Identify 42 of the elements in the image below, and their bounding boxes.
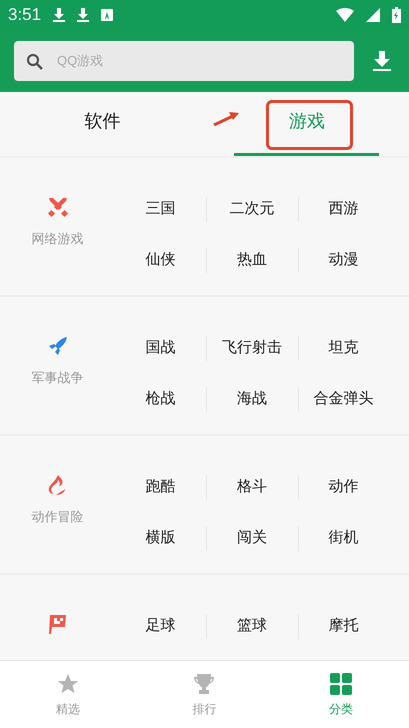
notification-icon: [101, 9, 114, 21]
search-bar[interactable]: QQ游戏: [14, 41, 354, 81]
nav-item[interactable]: 分类: [272, 661, 409, 728]
tag-link[interactable]: 跑酷: [146, 476, 176, 499]
tag-link[interactable]: 动作: [328, 476, 358, 499]
tag-link[interactable]: 海战: [236, 388, 267, 411]
tag-link[interactable]: 国战: [146, 337, 176, 360]
search-field[interactable]: QQ游戏: [57, 51, 342, 71]
tag-link[interactable]: 二次元: [229, 198, 274, 221]
tab[interactable]: 软件: [30, 92, 175, 156]
download-icon: [77, 8, 90, 22]
tag-link[interactable]: 西游: [328, 198, 358, 221]
download-button[interactable]: [373, 51, 391, 71]
battery-icon: [392, 7, 401, 23]
annotation-arrow: [213, 112, 239, 126]
tag-link[interactable]: 足球: [146, 615, 176, 638]
category-label: 网络游戏: [32, 230, 84, 248]
tag-link[interactable]: 合金弹头: [313, 388, 374, 411]
tag-link[interactable]: 动漫: [328, 249, 358, 272]
tag-link[interactable]: 飞行射击: [222, 337, 282, 360]
tag-link[interactable]: 篮球: [236, 615, 267, 638]
tag-link[interactable]: 热血: [236, 249, 267, 272]
star-icon: [56, 672, 80, 696]
trophy-icon: [192, 672, 216, 696]
tag-link[interactable]: 街机: [328, 527, 358, 550]
tag-link[interactable]: 横版: [146, 527, 176, 550]
tag-link[interactable]: 枪战: [146, 388, 176, 411]
download-icon: [53, 8, 66, 22]
category-label: 军事战争: [32, 369, 84, 387]
signal-icon: [366, 8, 380, 22]
search-icon: [26, 52, 43, 70]
tag-link[interactable]: 坦克: [328, 337, 358, 360]
download-icon: [373, 51, 391, 71]
tag-link[interactable]: 格斗: [236, 476, 267, 499]
grid-icon: [328, 672, 353, 696]
tag-link[interactable]: 仙侠: [146, 249, 176, 272]
wifi-icon: [336, 8, 354, 22]
category-label: 动作冒险: [32, 508, 84, 526]
tag-link[interactable]: 闯关: [236, 527, 267, 550]
status-time: 3:51: [8, 4, 42, 26]
tag-link[interactable]: 摩托: [328, 615, 358, 638]
tag-link[interactable]: 三国: [146, 198, 176, 221]
